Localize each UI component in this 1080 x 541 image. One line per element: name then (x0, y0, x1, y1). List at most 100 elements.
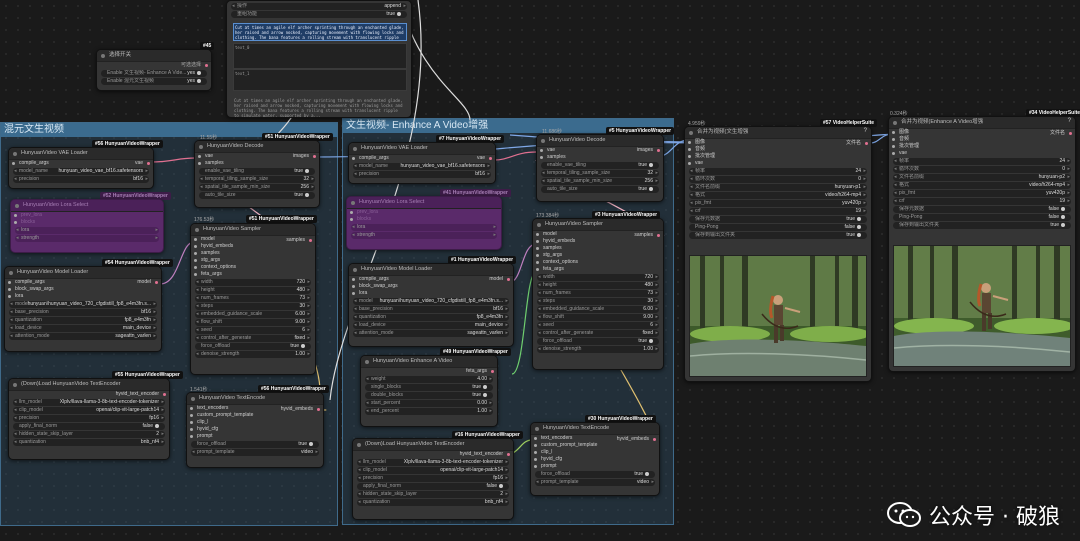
input-lora[interactable]: lora (349, 290, 513, 297)
input-slot[interactable]: 批次管理 (685, 153, 871, 160)
input-slot[interactable]: 图像 (889, 129, 1075, 136)
widget-force-offload[interactable]: force_offload true (191, 441, 319, 448)
widget-flow-shift[interactable]: flow_shift9.00 (195, 319, 311, 326)
input-slot[interactable]: clip_l (187, 419, 323, 426)
widget-precision[interactable]: precisionfp16 (13, 415, 165, 422)
widget-embedded-guidance-scale[interactable]: embedded_guidance_scale6.00 (195, 311, 311, 318)
widget-hidden-state-skip-layer[interactable]: hidden_state_skip_layer2 (13, 431, 165, 438)
widget-model-name[interactable]: model_namehunyuan_video_vae_bf16.safeten… (353, 163, 491, 170)
input-slot[interactable]: 音频 (889, 136, 1075, 143)
widget-prompt-template[interactable]: prompt_templatevideo (535, 479, 655, 486)
input-slot[interactable]: feta_args (533, 266, 663, 273)
widget-quantization[interactable]: quantizationfp8_e4m3fn (353, 314, 509, 321)
widget-prompt-template[interactable]: prompt_templatevideo (191, 449, 319, 456)
widget-weight[interactable]: weight4.00 (365, 376, 493, 383)
output-samples[interactable]: samples (634, 232, 663, 239)
widget-clip-model[interactable]: clip_modelopenai/clip-vit-large-patch14 (357, 467, 509, 474)
input-samples[interactable]: samples (537, 154, 663, 161)
input-prev-lora[interactable]: prev_lora (11, 212, 163, 219)
widget--[interactable]: 格式video/h264-mp4 (893, 182, 1071, 189)
widget-temporal-size[interactable]: temporal_tiling_sample_size32 (541, 170, 659, 177)
input-slot[interactable]: stg_args (191, 257, 315, 264)
output-vae[interactable]: vae (349, 155, 495, 162)
widget-precision[interactable]: precisionbf16 (353, 171, 491, 178)
input-slot[interactable]: 图像 (685, 139, 871, 146)
input-slot[interactable]: samples (191, 250, 315, 257)
input-slot[interactable]: hyvid_cfg (187, 426, 323, 433)
widget-strength[interactable]: strength (15, 235, 159, 242)
widget--[interactable]: 保存元数据 true (689, 216, 867, 223)
sampler-left[interactable]: HunyuanVideo Sampler model hyvid_embeds sa… (190, 223, 316, 375)
output-hyvid-embeds[interactable]: hyvid_embeds (281, 406, 323, 413)
widget--[interactable]: 文件名前缀hunyuan-p1 (689, 184, 867, 191)
input-slot[interactable]: 音频 (685, 146, 871, 153)
textencoder-loader-left[interactable]: (Down)Load HunyuanVideo TextEncoder hyvi… (8, 378, 170, 460)
textencoder-loader-mid[interactable]: (Down)Load HunyuanVideo TextEncoder hyvi… (352, 438, 514, 520)
widget-auto-tile[interactable]: auto_tile_size true (199, 192, 315, 199)
widget-flow-shift[interactable]: flow_shift9.00 (537, 314, 659, 321)
output-model[interactable]: model (5, 279, 161, 286)
widget-base-precision[interactable]: base_precisionbf16 (9, 309, 157, 316)
node-title[interactable]: HunyuanVideo Sampler (533, 219, 663, 231)
node-title[interactable]: 合并为视频(Enhance A Video增强 (889, 117, 1075, 129)
text-box-1[interactable]: text_1 (233, 69, 407, 91)
select-switch-node[interactable]: 选择开关 可选选择 Enable 文生视频- Enhance A Vide...… (96, 49, 212, 91)
model-loader-mid[interactable]: HunyuanVideo Model Loader compile_args m… (348, 263, 514, 347)
output-images[interactable]: images (537, 147, 663, 154)
widget-width[interactable]: width720 (537, 274, 659, 281)
widget-load-device[interactable]: load_devicemain_device (353, 322, 509, 329)
widget-denoise-strength[interactable]: denoise_strength1.00 (537, 346, 659, 353)
widget-vae-tiling[interactable]: enable_vae_tiling true (541, 162, 659, 169)
input-slot[interactable]: prompt (187, 433, 323, 440)
output-text-encoder[interactable]: hyvid_text_encoder (353, 451, 513, 458)
widget-operation[interactable]: 操作append (231, 3, 407, 10)
widget-crf[interactable]: crf19 (689, 208, 867, 215)
widget-spatial-size[interactable]: spatial_tile_sample_min_size256 (199, 184, 315, 191)
widget-auto-tile[interactable]: auto_tile_size true (541, 186, 659, 193)
node-title[interactable]: HunyuanVideo Lora Select (347, 197, 501, 209)
widget-steps[interactable]: steps30 (195, 303, 311, 310)
widget-quantization[interactable]: quantizationbnb_nf4 (357, 499, 509, 506)
widget-pix-fmt[interactable]: pix_fmtyuv420p (893, 190, 1071, 197)
widget-width[interactable]: width720 (195, 279, 311, 286)
video-combine-enhance-a-video[interactable]: 合并为视频(Enhance A Video增强 ? 图像 音频 批次管理 vae 文件… (888, 116, 1076, 372)
widget-seed[interactable]: seed6 (537, 322, 659, 329)
enhance-a-video-mid[interactable]: HunyuanVideo Enhance A Video feta_args w… (360, 355, 498, 427)
video-preview[interactable] (689, 255, 867, 377)
output-samples[interactable]: samples (286, 237, 315, 244)
widget-model[interactable]: modelhunyuan\hunyuan_video_720_cfgdistil… (353, 298, 509, 305)
widget--[interactable]: 保存元数据 false (893, 206, 1071, 213)
node-title[interactable]: HunyuanVideo Model Loader (5, 267, 161, 279)
output-filenames[interactable]: 文件名 (1050, 130, 1075, 137)
widget-model-name[interactable]: model_namehunyuan_video_vae_bf16.safeten… (13, 168, 149, 175)
vae-loader-left[interactable]: HunyuanVideo VAE Loader compile_args vae… (8, 147, 154, 189)
widget-start-percent[interactable]: start_percent0.00 (365, 400, 493, 407)
widget-steps[interactable]: steps30 (537, 298, 659, 305)
text-concat-node[interactable]: 操作append 重组功能true Cut at times an agile … (226, 0, 412, 118)
widget-vae-tiling[interactable]: enable_vae_tiling true (199, 168, 315, 175)
widget--[interactable]: 帧率24 (689, 168, 867, 175)
output-text-encoder[interactable]: hyvid_text_encoder (9, 391, 169, 398)
widget-height[interactable]: height480 (195, 287, 311, 294)
video-preview[interactable] (893, 245, 1071, 367)
widget-attention-mode[interactable]: attention_modesageattn_varlen (9, 333, 157, 340)
widget-num-frames[interactable]: num_frames73 (195, 295, 311, 302)
widget-llm-model[interactable]: llm_modelXlplv/llava-llama-3-8b-text-enc… (13, 399, 165, 406)
widget-force-offload[interactable]: force_offload true (195, 343, 311, 350)
node-title[interactable]: (Down)Load HunyuanVideo TextEncoder (353, 439, 513, 451)
widget-force-offload[interactable]: force_offload true (535, 471, 655, 478)
widget-crf[interactable]: crf19 (893, 198, 1071, 205)
widget-ping-pong[interactable]: Ping-Pong false (689, 224, 867, 231)
node-title[interactable]: HunyuanVideo Model Loader (349, 264, 513, 276)
node-title[interactable]: HunyuanVideo Lora Select (11, 200, 163, 212)
widget-pix-fmt[interactable]: pix_fmtyuv420p (689, 200, 867, 207)
node-title[interactable]: HunyuanVideo Decode (537, 135, 663, 147)
widget-control-after-generate[interactable]: control_after_generatefixed (537, 330, 659, 337)
help-icon[interactable]: ? (864, 128, 867, 134)
widget--[interactable]: 保存到输出文件夹 true (893, 222, 1071, 229)
lora-select-left-bypassed[interactable]: HunyuanVideo Lora Select prev_lora block… (10, 199, 164, 253)
widget-lora[interactable]: lora (15, 227, 159, 234)
widget-attention-mode[interactable]: attention_modesageattn_varlen (353, 330, 509, 337)
node-title[interactable]: HunyuanVideo VAE Loader (349, 143, 495, 155)
toggle-enhance[interactable]: Enable 文生视频- Enhance A Vide... yes (101, 70, 207, 77)
